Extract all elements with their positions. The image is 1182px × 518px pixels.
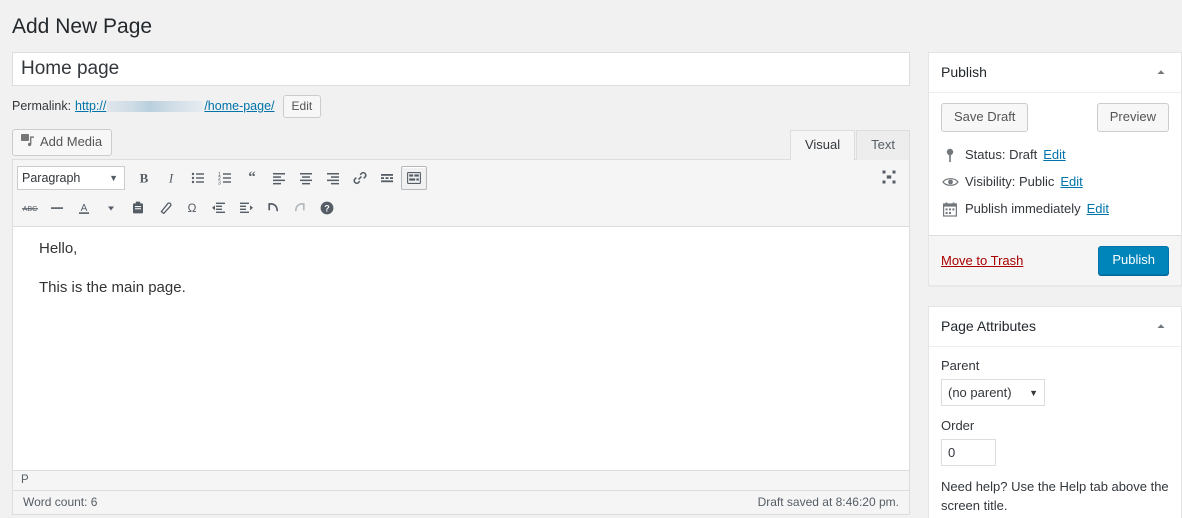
post-status-info: Word count: 6 Draft saved at 8:46:20 pm. — [12, 491, 910, 515]
page-attributes-postbox: Page Attributes Parent (no parent) ▼ Ord… — [928, 306, 1182, 518]
content-paragraph: Hello, — [39, 240, 78, 257]
post-visibility-text: Visibility: Public — [965, 174, 1055, 189]
svg-text:Ω: Ω — [188, 201, 197, 215]
chevron-down-icon: ▼ — [1029, 387, 1038, 398]
media-icon — [21, 133, 35, 151]
publish-postbox-title: Publish — [941, 64, 987, 80]
edit-permalink-button[interactable]: Edit — [282, 94, 322, 118]
editor-wrap: Add Media Visual Text Paragraph ▼ B I 1 … — [12, 129, 910, 515]
permalink-row: Permalink: http:// /home-page/ Edit — [12, 94, 910, 118]
blockquote-icon[interactable]: “ — [239, 166, 265, 190]
svg-text:I: I — [168, 171, 174, 186]
text-color-icon[interactable]: A — [71, 196, 97, 220]
svg-text:?: ? — [324, 204, 330, 214]
order-input[interactable] — [941, 439, 996, 466]
numbered-list-icon[interactable]: 1 2 3 — [212, 166, 238, 190]
post-title-input[interactable] — [12, 52, 910, 86]
order-label: Order — [941, 418, 975, 433]
redo-icon[interactable] — [287, 196, 313, 220]
distraction-free-writing-icon[interactable] — [877, 165, 901, 189]
tab-text[interactable]: Text — [856, 130, 910, 160]
save-draft-button[interactable]: Save Draft — [941, 103, 1029, 132]
post-status-text: Status: Draft — [965, 147, 1038, 162]
svg-text:B: B — [140, 171, 149, 186]
chevron-up-icon[interactable] — [1153, 318, 1169, 334]
format-select-value: Paragraph — [22, 171, 81, 185]
publish-date-text: Publish immediately — [965, 201, 1081, 216]
page-attributes-title: Page Attributes — [941, 318, 1036, 334]
draft-preview-row: Save Draft Preview — [941, 103, 1169, 132]
read-more-icon[interactable] — [374, 166, 400, 190]
page-title: Add New Page — [12, 15, 153, 38]
special-character-icon[interactable]: Ω — [179, 196, 205, 220]
add-media-label: Add Media — [40, 134, 103, 149]
paragraph-format-select[interactable]: Paragraph ▼ — [17, 166, 125, 190]
permalink-suffix: /home-page/ — [204, 99, 275, 113]
media-buttons-bar: Add Media Visual Text — [12, 129, 910, 160]
editor-element-path: P — [13, 470, 909, 490]
chevron-down-icon: ▼ — [109, 173, 118, 183]
editor-content-area[interactable]: Hello, This is the main page. — [13, 227, 909, 470]
post-body-content: Permalink: http:// /home-page/ Edit Add M… — [12, 52, 910, 515]
edit-status-link[interactable]: Edit — [1043, 146, 1065, 164]
parent-select-value: (no parent) — [948, 385, 1012, 400]
tab-visual[interactable]: Visual — [789, 130, 856, 160]
visibility-eye-icon — [941, 173, 959, 191]
align-left-icon[interactable] — [266, 166, 292, 190]
parent-select[interactable]: (no parent) ▼ — [941, 379, 1045, 406]
publish-postbox: Publish Save Draft Preview Status: Draft… — [928, 52, 1182, 286]
svg-text:ABC: ABC — [23, 206, 37, 213]
svg-text:“: “ — [248, 170, 256, 186]
text-color-caret-icon[interactable] — [98, 196, 124, 220]
paste-as-text-icon[interactable] — [125, 196, 151, 220]
keyboard-help-icon[interactable]: ? — [314, 196, 340, 220]
toolbar-row-1: Paragraph ▼ B I 1 2 3 “ — [13, 160, 909, 193]
move-to-trash-link[interactable]: Move to Trash — [941, 253, 1023, 268]
preview-button[interactable]: Preview — [1096, 103, 1169, 132]
post-sidebar: Publish Save Draft Preview Status: Draft… — [928, 52, 1182, 518]
strikethrough-icon[interactable]: ABC — [17, 196, 43, 220]
tinymce-container: Paragraph ▼ B I 1 2 3 “ ABC A Ω ? Hello,… — [12, 159, 910, 491]
align-right-icon[interactable] — [320, 166, 346, 190]
undo-icon[interactable] — [260, 196, 286, 220]
permalink-prefix: http:// — [75, 99, 107, 113]
publish-date-row: Publish immediately Edit — [941, 196, 1169, 223]
horizontal-rule-icon[interactable] — [44, 196, 70, 220]
edit-visibility-link[interactable]: Edit — [1060, 173, 1082, 191]
post-status-row: Status: Draft Edit — [941, 142, 1169, 169]
italic-icon[interactable]: I — [158, 166, 184, 190]
publish-postbox-header[interactable]: Publish — [929, 53, 1181, 93]
post-visibility-row: Visibility: Public Edit — [941, 169, 1169, 196]
parent-label: Parent — [941, 358, 980, 373]
publish-major-actions: Move to Trash Publish — [929, 235, 1181, 285]
publish-minor-actions: Save Draft Preview Status: Draft Edit Vi… — [929, 93, 1181, 235]
editor-toolbar: Paragraph ▼ B I 1 2 3 “ ABC A Ω ? — [13, 160, 909, 227]
link-icon[interactable] — [347, 166, 373, 190]
word-count: Word count: 6 — [23, 495, 98, 509]
permalink-redacted-domain — [107, 100, 204, 112]
page-attributes-header[interactable]: Page Attributes — [929, 307, 1181, 347]
toolbar-row-2: ABC A Ω ? — [13, 193, 909, 226]
page-attributes-help-text: Need help? Use the Help tab above the sc… — [941, 479, 1169, 513]
indent-icon[interactable] — [233, 196, 259, 220]
chevron-up-icon[interactable] — [1153, 64, 1169, 80]
autosave-notice: Draft saved at 8:46:20 pm. — [757, 495, 899, 509]
align-center-icon[interactable] — [293, 166, 319, 190]
toolbar-toggle-icon[interactable] — [401, 166, 427, 190]
page-attributes-body: Parent (no parent) ▼ Order Need help? Us… — [929, 347, 1181, 518]
svg-text:3: 3 — [218, 180, 221, 186]
calendar-icon — [941, 200, 959, 218]
clear-formatting-icon[interactable] — [152, 196, 178, 220]
content-paragraph: This is the main page. — [39, 279, 186, 296]
outdent-icon[interactable] — [206, 196, 232, 220]
permalink-label: Permalink: — [12, 99, 72, 113]
bold-icon[interactable]: B — [131, 166, 157, 190]
post-status-icon — [941, 146, 959, 164]
edit-publish-date-link[interactable]: Edit — [1087, 200, 1109, 218]
editor-mode-tabs: Visual Text — [789, 130, 910, 160]
permalink-link[interactable]: http:// /home-page/ — [75, 99, 274, 113]
publish-button[interactable]: Publish — [1098, 246, 1169, 275]
bulleted-list-icon[interactable] — [185, 166, 211, 190]
add-media-button[interactable]: Add Media — [12, 129, 113, 156]
